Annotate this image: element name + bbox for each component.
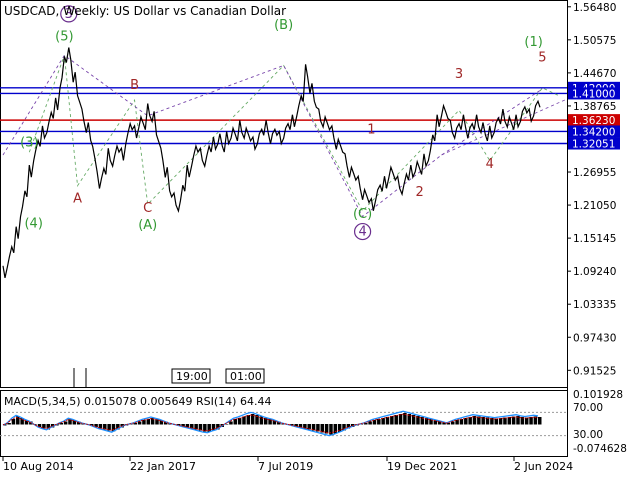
macd-bar-120 [524, 417, 529, 425]
macd-bar-91 [398, 414, 403, 425]
wave-label-8: (B) [274, 18, 293, 33]
wave-label-9: 1 [367, 123, 375, 138]
macd-bar-2 [11, 419, 16, 425]
x-tick-label-0: 10 Aug 2014 [3, 460, 73, 473]
macd-bar-52 [229, 421, 233, 425]
chart-canvas: 3(5)(3)(4)ABC(A)(B)1(C)4234(1)5 1.564801… [0, 0, 640, 480]
x-tick-label-3: 19 Dec 2021 [387, 460, 457, 473]
macd-bar-116 [507, 417, 512, 425]
macd-bar-113 [494, 418, 499, 425]
level-tag-label-3: 1.34200 [572, 126, 615, 138]
macd-bar-115 [503, 417, 507, 425]
x-tick-label-4: 2 Jun 2024 [514, 460, 573, 473]
time-marker-label-0: 19:00 [176, 370, 208, 383]
wave-label-5: B [130, 78, 139, 93]
time-marker-label-1: 01:00 [230, 370, 262, 383]
chart-title: USDCAD, Weekly: US Dollar vs Canadian Do… [4, 4, 286, 18]
wave-label-6: C [143, 201, 152, 216]
macd-bar-84 [368, 421, 372, 425]
wave-label-2: (3) [20, 136, 38, 151]
wave-label-15: (1) [524, 35, 542, 50]
macd-bar-76 [333, 424, 338, 434]
y-tick-label-11: 0.91525 [573, 365, 616, 377]
macd-bar-117 [511, 416, 516, 425]
wave-label-11: 4 [358, 225, 366, 240]
macd-bar-90 [394, 415, 398, 425]
macd-bar-121 [529, 417, 533, 425]
wave-label-16: 5 [538, 51, 546, 66]
wave-label-1: (5) [55, 29, 73, 44]
macd-bar-55 [242, 416, 246, 425]
y-tick-label-0: 1.56480 [573, 2, 616, 14]
level-tags: 1.420001.410001.362301.342001.32051 [568, 81, 620, 151]
macd-bar-107 [468, 417, 472, 425]
y-tick-label-7: 1.15145 [573, 233, 616, 245]
x-tick-label-2: 7 Jul 2019 [258, 460, 313, 473]
macd-bar-86 [377, 419, 381, 425]
background [0, 0, 640, 480]
ind-tick-label-1: 70.00 [573, 402, 603, 414]
macd-bar-47 [207, 424, 211, 432]
macd-bar-89 [390, 416, 394, 425]
y-tick-label-6: 1.21050 [573, 200, 616, 212]
wave-label-10: (C) [353, 207, 372, 222]
ind-tick-label-3: -0.074628 [573, 443, 627, 455]
macd-bar-106 [464, 418, 468, 425]
wave-label-14: 4 [486, 157, 494, 172]
wave-label-4: A [73, 192, 82, 207]
wave-label-7: (A) [138, 218, 157, 233]
macd-bar-54 [237, 418, 242, 425]
wave-label-3: (4) [24, 217, 42, 232]
level-tag-label-2: 1.36230 [572, 115, 615, 127]
indicator-title: MACD(5,34,5) 0.015078 0.005649 RSI(14) 6… [4, 395, 271, 408]
macd-bar-123 [538, 417, 542, 425]
x-tick-label-1: 22 Jan 2017 [130, 460, 196, 473]
y-tick-label-5: 1.26955 [573, 167, 616, 179]
level-tag-label-1: 1.41000 [572, 88, 615, 100]
macd-bar-87 [381, 418, 385, 425]
y-tick-label-9: 1.03335 [573, 299, 616, 311]
y-tick-label-3: 1.38765 [573, 101, 616, 113]
level-tag-label-4: 1.32051 [572, 139, 615, 151]
y-tick-label-8: 1.09240 [573, 266, 616, 278]
y-tick-label-1: 1.50575 [573, 35, 616, 47]
macd-bar-88 [385, 417, 390, 425]
ind-tick-label-2: 30.00 [573, 429, 603, 441]
y-tick-label-2: 1.44670 [573, 68, 616, 80]
wave-label-12: 2 [415, 185, 423, 200]
macd-bar-56 [246, 415, 251, 425]
ind-tick-label-0: 0.101928 [573, 389, 623, 401]
wave-label-13: 3 [455, 67, 463, 82]
y-tick-label-10: 0.97430 [573, 332, 616, 344]
